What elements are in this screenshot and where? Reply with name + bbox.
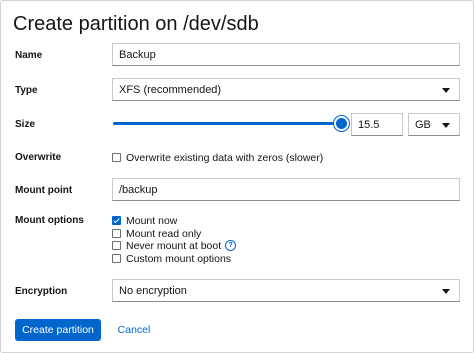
name-field[interactable] <box>112 43 460 66</box>
overwrite-option[interactable]: Overwrite existing data with zeros (slow… <box>112 151 323 164</box>
name-input[interactable] <box>119 48 453 61</box>
type-select-value: XFS (recommended) <box>119 83 222 96</box>
dialog-title: Create partition on /dev/sdb <box>13 13 259 35</box>
size-input[interactable] <box>358 118 396 131</box>
create-partition-button[interactable]: Create partition <box>15 319 101 341</box>
mount-read-only-checkbox[interactable] <box>112 229 121 238</box>
mount-option-label: Never mount at boot <box>126 239 222 252</box>
mount-now-checkbox[interactable] <box>112 216 121 225</box>
mount-point-input[interactable] <box>119 183 453 196</box>
mount-option-never-at-boot[interactable]: Never mount at boot ? <box>112 239 237 252</box>
mount-options-label: Mount options <box>15 215 84 226</box>
custom-mount-options-checkbox[interactable] <box>112 254 121 263</box>
caret-down-icon <box>442 88 450 93</box>
size-slider-track[interactable] <box>113 122 341 125</box>
overwrite-checkbox[interactable] <box>112 153 121 162</box>
size-label: Size <box>15 119 36 130</box>
type-select[interactable]: XFS (recommended) <box>112 78 460 101</box>
never-mount-at-boot-checkbox[interactable] <box>112 241 121 250</box>
create-partition-dialog: Create partition on /dev/sdb Name Type X… <box>0 0 474 353</box>
name-label: Name <box>15 50 43 61</box>
caret-down-icon <box>442 123 450 128</box>
mount-option-label: Mount now <box>126 214 178 227</box>
size-unit-value: GB <box>415 118 431 131</box>
mount-option-label: Custom mount options <box>126 252 232 265</box>
mount-option-label: Mount read only <box>126 227 202 240</box>
caret-down-icon <box>442 289 450 294</box>
overwrite-label: Overwrite <box>15 152 62 163</box>
mount-option-custom[interactable]: Custom mount options <box>112 252 231 265</box>
size-slider-thumb[interactable] <box>334 116 349 131</box>
overwrite-option-label: Overwrite existing data with zeros (slow… <box>126 151 324 164</box>
type-label: Type <box>15 85 38 96</box>
cancel-button[interactable]: Cancel <box>111 319 157 341</box>
mount-point-label: Mount point <box>15 185 73 196</box>
help-icon[interactable]: ? <box>225 240 237 251</box>
size-field[interactable] <box>351 113 403 136</box>
mount-point-field[interactable] <box>112 178 460 201</box>
encryption-label: Encryption <box>15 286 68 297</box>
size-unit-select[interactable]: GB <box>408 113 460 136</box>
mount-option-mount-now[interactable]: Mount now <box>112 214 177 227</box>
encryption-select-value: No encryption <box>119 284 187 297</box>
encryption-select[interactable]: No encryption <box>112 279 460 302</box>
